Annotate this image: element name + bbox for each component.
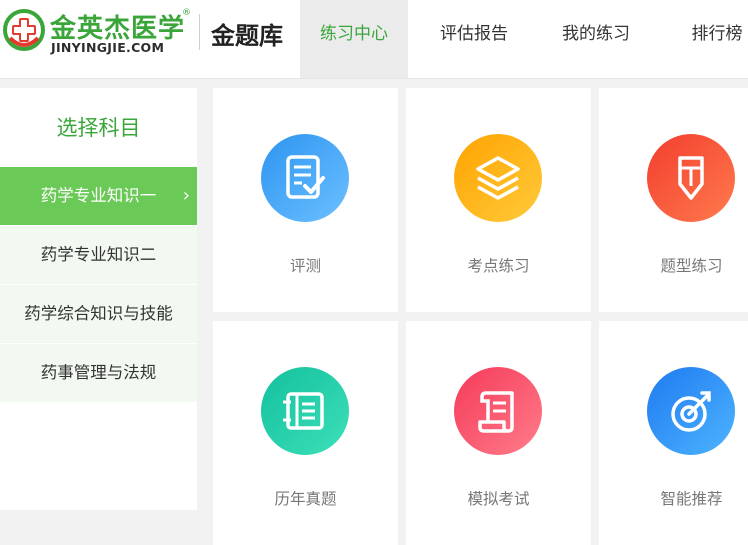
- chevron-right-icon: ›: [182, 185, 190, 206]
- target-icon: [647, 367, 735, 455]
- card-label: 题型练习: [660, 257, 723, 275]
- sidebar-item-comprehensive-skills[interactable]: 药学综合知识与技能: [0, 285, 197, 344]
- card-assessment[interactable]: 评测: [213, 88, 398, 312]
- card-label: 评测: [289, 257, 321, 275]
- nav-my-practice[interactable]: 我的练习: [540, 0, 652, 78]
- sidebar-title: 选择科目: [56, 116, 141, 140]
- card-label: 历年真题: [274, 490, 337, 508]
- nav-assessment-report[interactable]: 评估报告: [418, 0, 530, 78]
- card-question-type-practice[interactable]: 题型练习: [599, 88, 748, 312]
- header-divider: [199, 14, 200, 50]
- card-label: 智能推荐: [660, 490, 723, 508]
- nav-leaderboard[interactable]: 排行榜: [672, 0, 748, 78]
- card-mock-exam[interactable]: 模拟考试: [406, 321, 591, 545]
- section-title: 金题库: [211, 21, 283, 50]
- sidebar-item-pharmacy-regulations[interactable]: 药事管理与法规: [0, 344, 197, 403]
- sidebar-item-pharmacy-knowledge-1[interactable]: 药学专业知识一 ›: [0, 167, 197, 226]
- nav-practice-center[interactable]: 练习中心: [300, 0, 408, 78]
- card-label: 考点练习: [467, 257, 530, 275]
- subject-sidebar: 选择科目 药学专业知识一 › 药学专业知识二 药学综合知识与技能 药事管理与法规: [0, 88, 197, 510]
- notebook-icon: [261, 367, 349, 455]
- brand-domain: JINYINGJIE.COM: [51, 40, 165, 55]
- document-check-icon: [261, 134, 349, 222]
- card-past-exams[interactable]: 历年真题: [213, 321, 398, 545]
- sidebar-item-pharmacy-knowledge-2[interactable]: 药学专业知识二: [0, 226, 197, 285]
- brand-logo[interactable]: 金英杰医学 ® JINYINGJIE.COM: [0, 6, 200, 66]
- registered-mark: ®: [182, 8, 191, 18]
- sidebar-item-label: 药学综合知识与技能: [24, 304, 173, 323]
- top-header: 金英杰医学 ® JINYINGJIE.COM 金题库 练习中心 评估报告 我的练…: [0, 0, 748, 79]
- scroll-icon: [454, 367, 542, 455]
- logo-cross-icon: [3, 9, 45, 51]
- card-label: 模拟考试: [467, 490, 530, 508]
- sidebar-item-label: 药事管理与法规: [40, 363, 157, 382]
- layers-icon: [454, 134, 542, 222]
- card-smart-recommendation[interactable]: 智能推荐: [599, 321, 748, 545]
- sidebar-item-label: 药学专业知识一: [40, 186, 157, 205]
- card-key-point-practice[interactable]: 考点练习: [406, 88, 591, 312]
- sidebar-item-label: 药学专业知识二: [40, 245, 157, 264]
- pencil-badge-icon: [647, 134, 735, 222]
